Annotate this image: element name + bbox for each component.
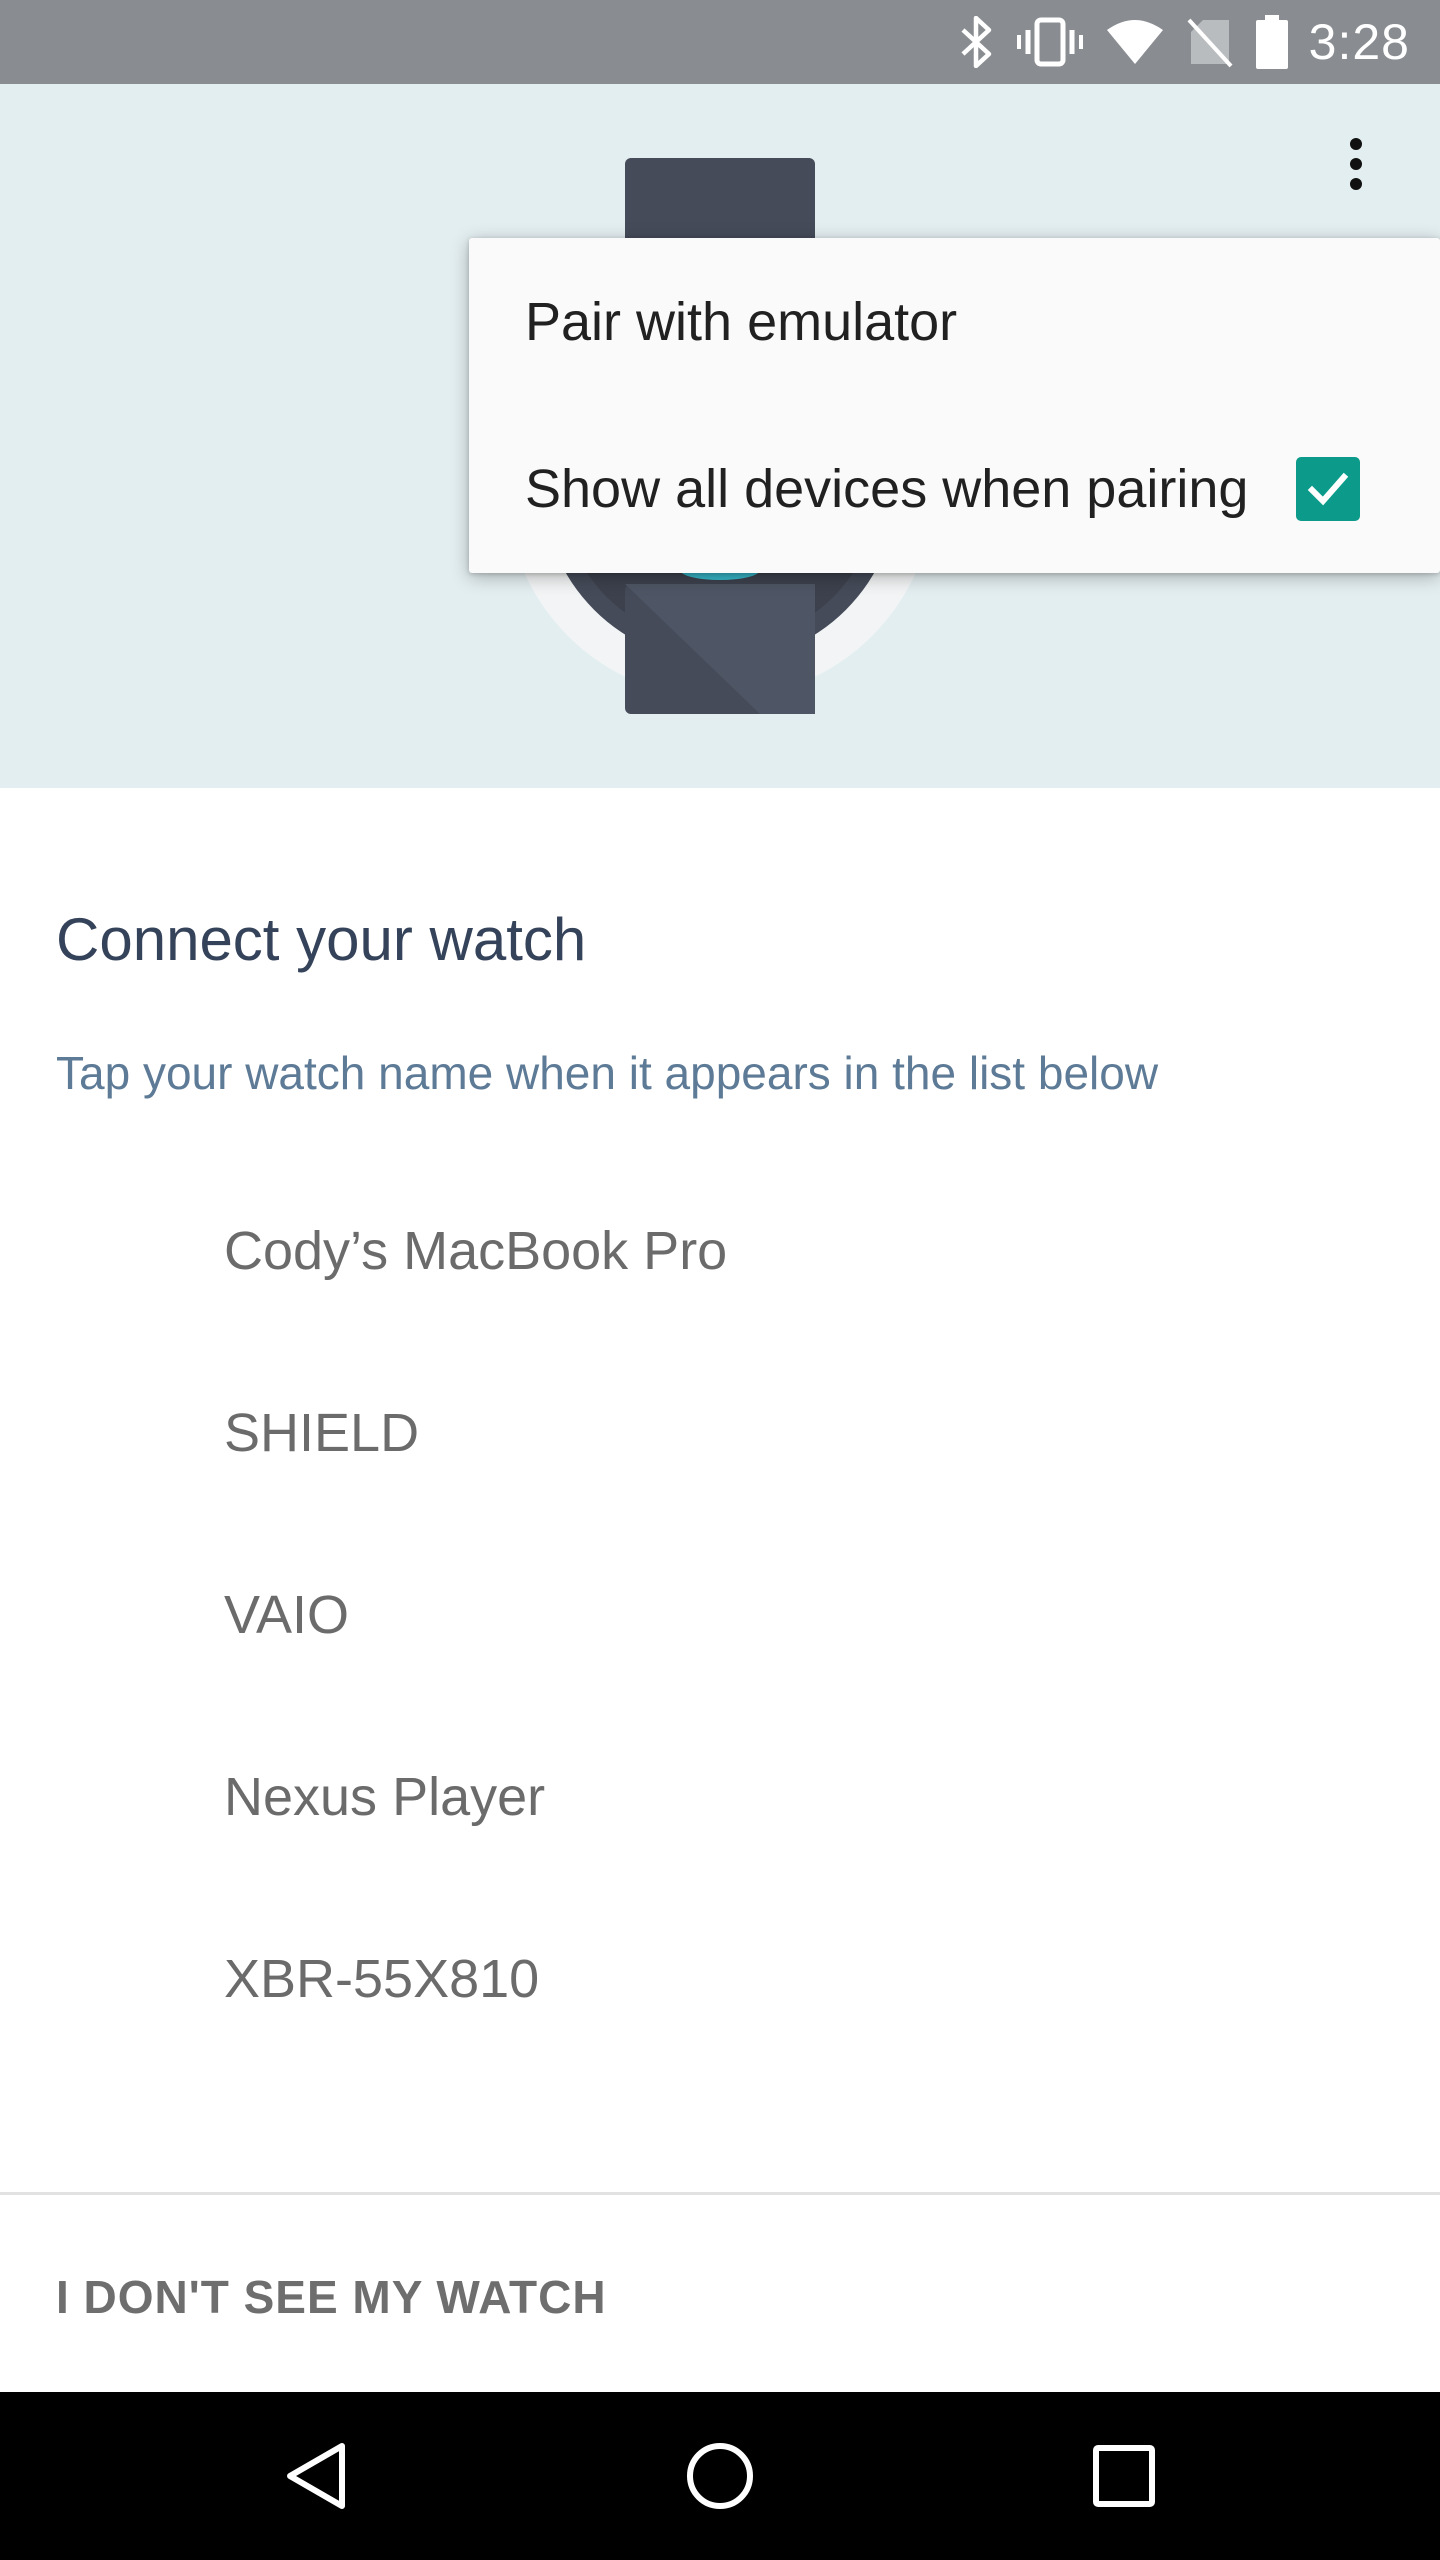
- recents-button[interactable]: [1040, 2392, 1208, 2560]
- list-item-device[interactable]: VAIO: [0, 1524, 1440, 1706]
- status-bar: 3:28: [0, 0, 1440, 84]
- status-time: 3:28: [1308, 14, 1410, 70]
- home-circle-icon: [687, 2443, 753, 2509]
- no-sim-icon: [1187, 16, 1233, 68]
- device-name: Nexus Player: [224, 1767, 546, 1827]
- menu-item-label: Show all devices when pairing: [525, 459, 1249, 519]
- overflow-popup-menu: Pair with emulator Show all devices when…: [469, 238, 1440, 573]
- overflow-dot-icon: [1350, 138, 1362, 150]
- device-name: SHIELD: [224, 1403, 420, 1463]
- vibrate-icon: [1016, 16, 1083, 68]
- footer-divider: [0, 2192, 1440, 2195]
- bluetooth-icon: [959, 16, 995, 68]
- device-list: Cody’s MacBook Pro SHIELD VAIO Nexus Pla…: [0, 1160, 1440, 2070]
- home-button[interactable]: [636, 2392, 804, 2560]
- device-name: VAIO: [224, 1585, 350, 1645]
- overflow-dot-icon: [1350, 178, 1362, 190]
- checkmark-icon: [1307, 472, 1349, 506]
- recents-square-icon: [1093, 2445, 1155, 2507]
- back-triangle-icon: [287, 2443, 345, 2509]
- device-name: XBR-55X810: [224, 1949, 540, 2009]
- navigation-bar: [0, 2392, 1440, 2560]
- device-name: Cody’s MacBook Pro: [224, 1221, 728, 1281]
- menu-item-show-all-devices[interactable]: Show all devices when pairing: [469, 405, 1440, 573]
- list-item-device[interactable]: SHIELD: [0, 1342, 1440, 1524]
- list-item-device[interactable]: Nexus Player: [0, 1706, 1440, 1888]
- list-item-device[interactable]: XBR-55X810: [0, 1888, 1440, 2070]
- wifi-icon: [1105, 18, 1165, 66]
- overflow-menu-button[interactable]: [1316, 124, 1396, 204]
- page-title: Connect your watch: [56, 906, 587, 973]
- back-button[interactable]: [232, 2392, 400, 2560]
- menu-item-pair-emulator[interactable]: Pair with emulator: [469, 238, 1440, 406]
- battery-icon: [1255, 15, 1289, 69]
- list-item-device[interactable]: Cody’s MacBook Pro: [0, 1160, 1440, 1342]
- show-all-devices-checkbox[interactable]: [1296, 457, 1360, 521]
- dont-see-watch-button[interactable]: I DON'T SEE MY WATCH: [56, 2270, 607, 2324]
- overflow-dot-icon: [1350, 158, 1362, 170]
- menu-item-label: Pair with emulator: [525, 292, 958, 352]
- page-subtitle: Tap your watch name when it appears in t…: [56, 1047, 1159, 1099]
